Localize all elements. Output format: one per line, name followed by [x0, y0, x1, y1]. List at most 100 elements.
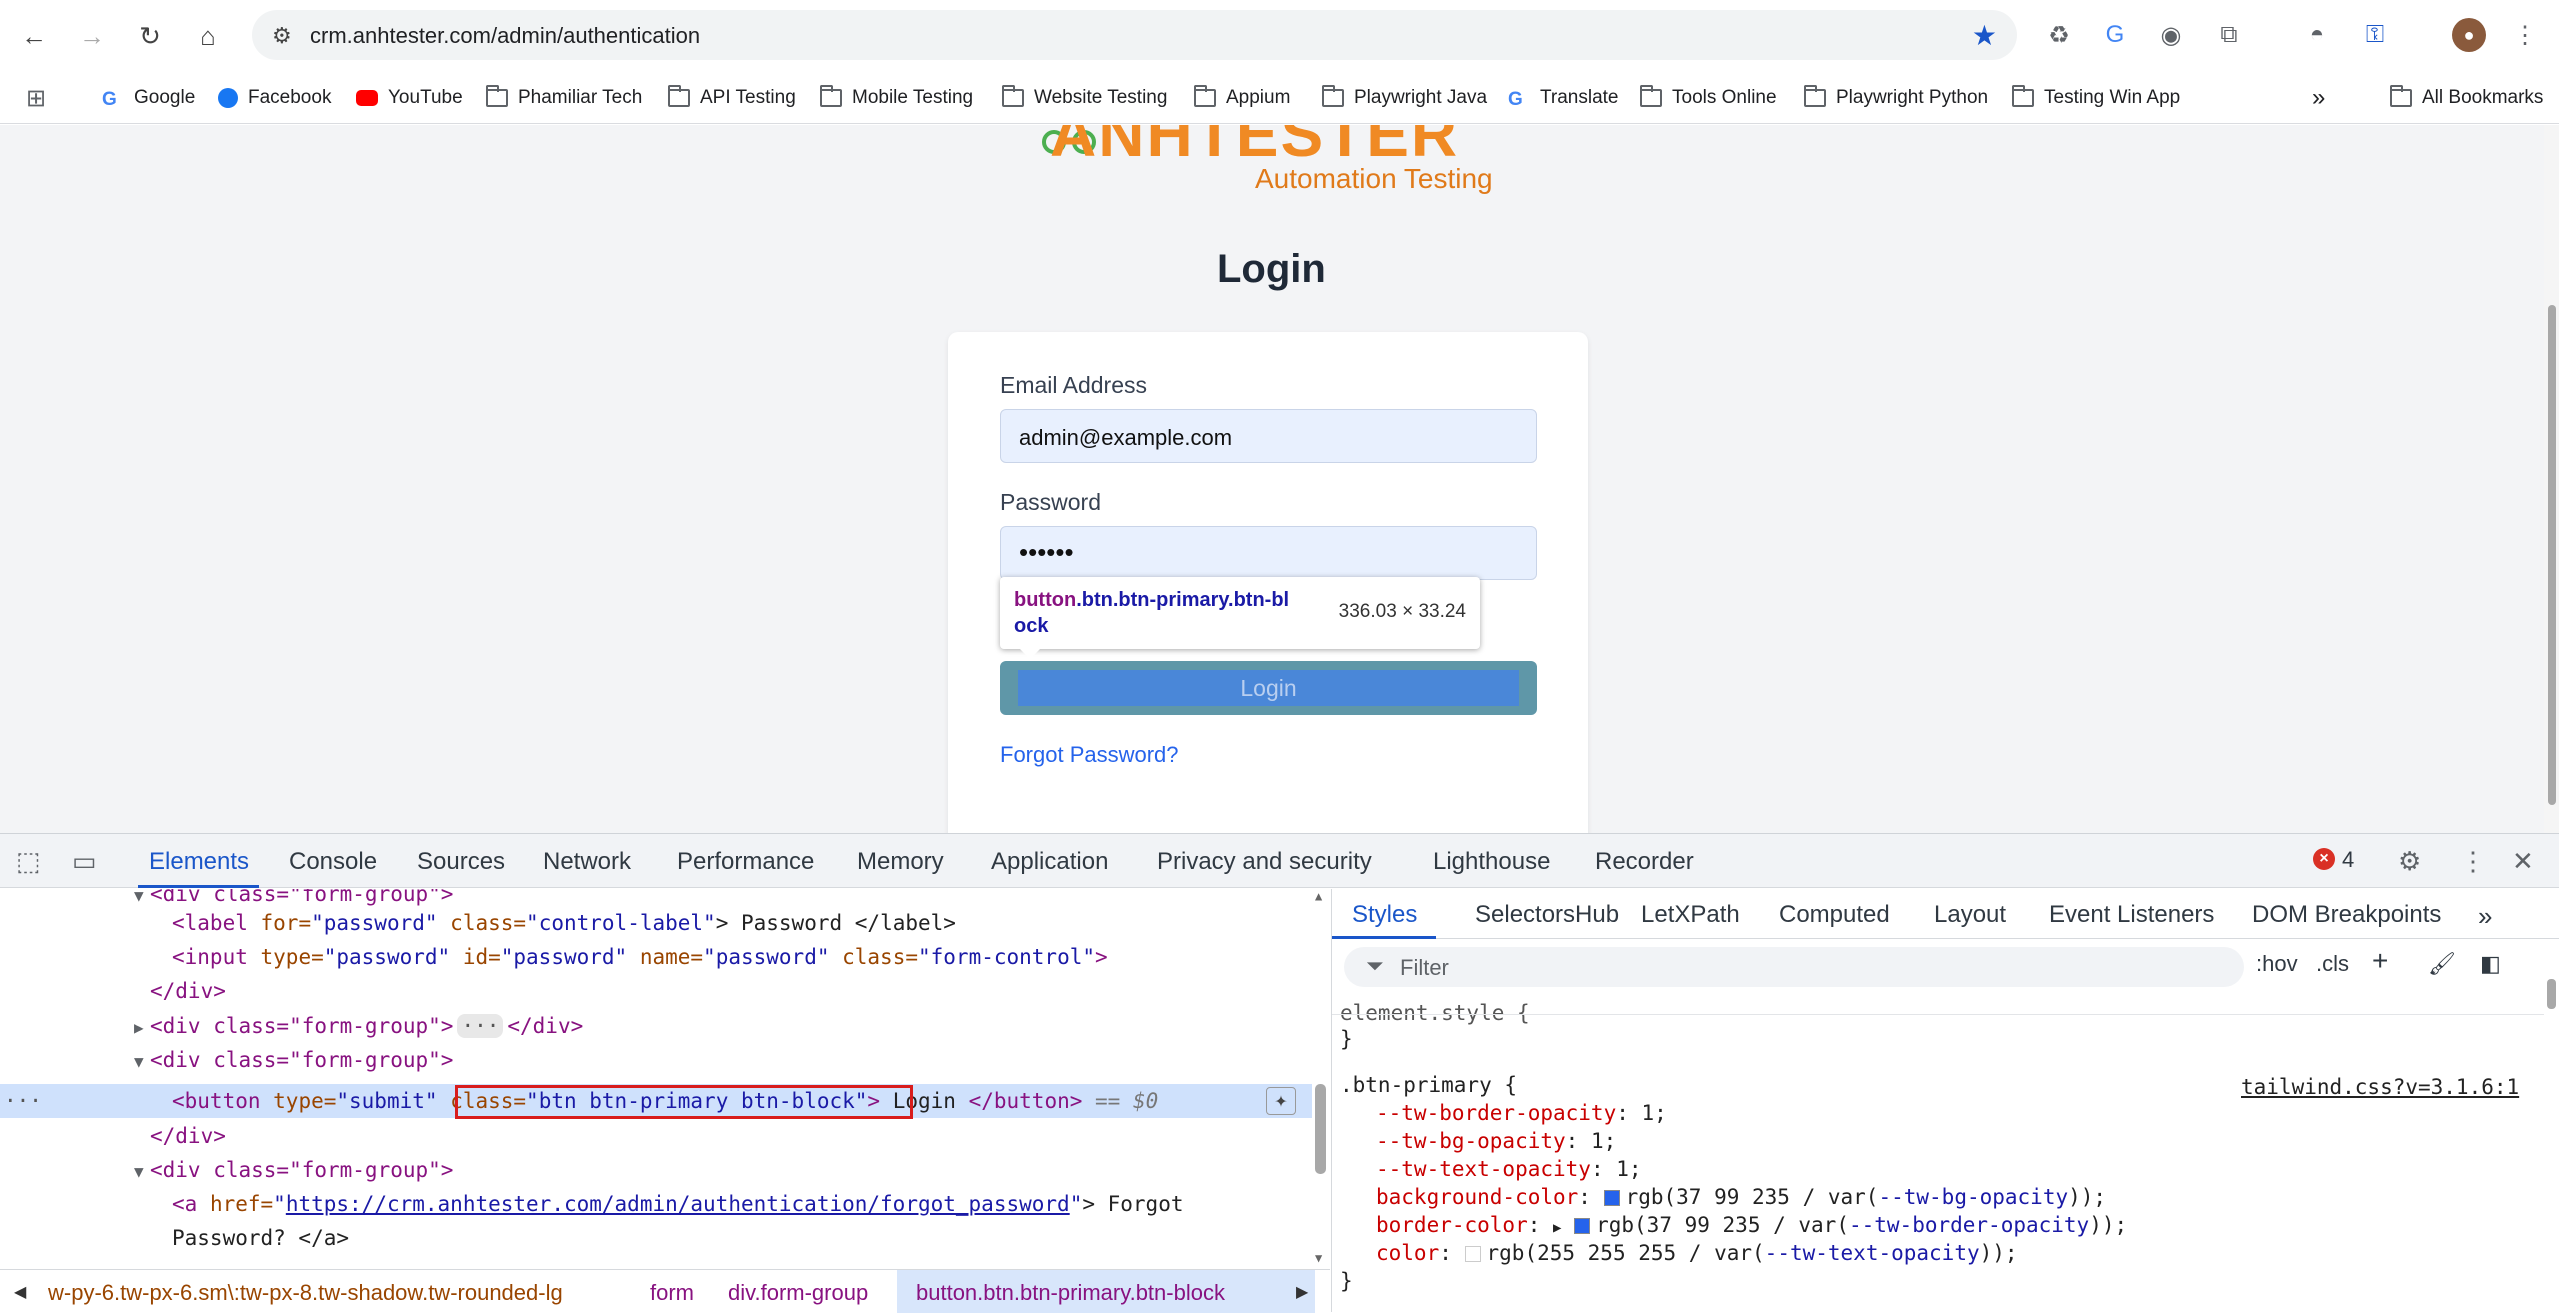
forward-icon[interactable]: →: [74, 18, 110, 54]
password-field[interactable]: ••••••: [1000, 526, 1537, 580]
incognito-icon[interactable]: ◓: [2300, 18, 2334, 52]
css-declaration[interactable]: --tw-border-opacity: 1;: [1376, 1101, 1667, 1125]
breadcrumb-item[interactable]: div.form-group: [728, 1280, 868, 1306]
translate-extension-icon[interactable]: G: [2098, 18, 2132, 52]
home-icon[interactable]: ⌂: [190, 18, 226, 54]
tab-network[interactable]: Network: [543, 848, 631, 876]
elements-scrollbar-thumb[interactable]: [1315, 1084, 1326, 1174]
dom-node[interactable]: <label for="password" class="control-lab…: [172, 906, 956, 940]
dom-node[interactable]: </div>: [150, 1119, 226, 1153]
ai-assistant-icon[interactable]: ✦: [1266, 1087, 1296, 1115]
scroll-up-icon[interactable]: ▲: [1315, 889, 1322, 903]
color-swatch[interactable]: [1574, 1218, 1591, 1234]
bookmark-mobile-testing[interactable]: Mobile Testing: [820, 82, 973, 114]
dom-node[interactable]: </div>: [150, 974, 226, 1008]
elements-scrollbar[interactable]: ▲ ▼: [1312, 889, 1330, 1269]
bookmark-playwright-java[interactable]: Playwright Java: [1322, 82, 1487, 114]
bookmark-google[interactable]: G Google: [102, 82, 195, 114]
devtools-menu-icon[interactable]: ⋮: [2460, 846, 2486, 877]
dom-node[interactable]: ▶ <div class="form-group"> ··· </div>: [134, 1009, 583, 1043]
new-rule-plus-icon[interactable]: +: [2372, 945, 2388, 977]
styles-filter-input[interactable]: ⏷ Filter: [1344, 947, 2244, 987]
bookmark-star-icon[interactable]: ★: [1972, 19, 1997, 52]
page-scrollbar-thumb[interactable]: [2548, 305, 2556, 805]
collapse-triangle-icon[interactable]: ▼: [134, 1155, 150, 1189]
css-declaration[interactable]: --tw-bg-opacity: 1;: [1376, 1129, 1616, 1153]
bookmark-youtube[interactable]: YouTube: [356, 82, 463, 114]
color-swatch[interactable]: [1464, 1246, 1481, 1262]
css-declaration[interactable]: background-color: rgb(37 99 235 / var(--…: [1376, 1185, 2106, 1209]
bookmark-api-testing[interactable]: API Testing: [668, 82, 796, 114]
class-toggle[interactable]: .cls: [2316, 951, 2349, 977]
bookmark-tools-online[interactable]: Tools Online: [1640, 82, 1777, 114]
apps-grid-icon[interactable]: ⊞: [26, 82, 46, 114]
expand-triangle-icon[interactable]: ▶: [1553, 1220, 1561, 1236]
bookmark-website-testing[interactable]: Website Testing: [1002, 82, 1167, 114]
bookmark-testing-win-app[interactable]: Testing Win App: [2012, 82, 2180, 114]
bookmark-phamiliar-tech[interactable]: Phamiliar Tech: [486, 82, 642, 114]
more-tabs-icon[interactable]: »: [2478, 901, 2492, 932]
forgot-password-link[interactable]: Forgot Password?: [1000, 742, 1179, 768]
tab-memory[interactable]: Memory: [857, 848, 944, 876]
styles-scrollbar-thumb[interactable]: [2547, 979, 2556, 1009]
tab-console[interactable]: Console: [289, 848, 377, 876]
css-selector[interactable]: .btn-primary {: [1340, 1073, 1517, 1097]
bookmark-playwright-python[interactable]: Playwright Python: [1804, 82, 1988, 114]
styles-scrollbar[interactable]: [2544, 939, 2559, 1312]
collapsed-content-ellipsis[interactable]: ···: [457, 1014, 504, 1038]
error-count[interactable]: 4: [2342, 847, 2354, 873]
inspect-element-icon[interactable]: ⬚: [16, 846, 41, 877]
tab-recorder[interactable]: Recorder: [1595, 848, 1694, 876]
bookmark-appium[interactable]: Appium: [1194, 82, 1290, 114]
stylesheet-source-link[interactable]: tailwind.css?v=3.1.6:1: [2241, 1075, 2519, 1099]
extensions-puzzle-icon[interactable]: ⧉: [2212, 18, 2246, 52]
element-style-rule[interactable]: element.style {: [1340, 1001, 1530, 1025]
dom-node[interactable]: <input type="password" id="password" nam…: [172, 940, 1108, 974]
login-button[interactable]: Login: [1000, 661, 1537, 715]
tab-event-listeners[interactable]: Event Listeners: [2049, 901, 2214, 929]
breadcrumb-scroll-right-icon[interactable]: ▶: [1296, 1282, 1308, 1302]
tab-computed[interactable]: Computed: [1779, 901, 1890, 929]
tab-application[interactable]: Application: [991, 848, 1108, 876]
collapse-triangle-icon[interactable]: ▼: [134, 889, 150, 913]
password-key-icon[interactable]: ⚿: [2358, 18, 2392, 52]
breadcrumb-item[interactable]: w-py-6.tw-px-6.sm\:tw-px-8.tw-shadow.tw-…: [48, 1280, 563, 1306]
back-icon[interactable]: ←: [16, 18, 52, 54]
toggle-sidebar-icon[interactable]: ◧: [2480, 951, 2501, 977]
breadcrumb-scroll-left-icon[interactable]: ◀: [14, 1282, 26, 1302]
settings-gear-icon[interactable]: ⚙: [2398, 846, 2421, 877]
css-declaration[interactable]: --tw-text-opacity: 1;: [1376, 1157, 1642, 1181]
dom-node[interactable]: ▼ <div class="form-group">: [134, 1153, 453, 1187]
tab-layout[interactable]: Layout: [1934, 901, 2006, 929]
breadcrumb-item[interactable]: form: [650, 1280, 694, 1306]
tab-dom-breakpoints[interactable]: DOM Breakpoints: [2252, 901, 2441, 929]
expand-triangle-icon[interactable]: ▶: [134, 1011, 150, 1045]
tab-letxpath[interactable]: LetXPath: [1641, 901, 1740, 929]
email-field[interactable]: admin@example.com: [1000, 409, 1537, 463]
reload-icon[interactable]: ↻: [132, 18, 168, 54]
error-icon[interactable]: ×: [2313, 848, 2335, 870]
url-text[interactable]: crm.anhtester.com/admin/authentication: [310, 23, 700, 49]
css-declaration[interactable]: border-color: ▶ rgb(37 99 235 / var(--tw…: [1376, 1213, 2127, 1237]
tab-styles[interactable]: Styles: [1352, 901, 1417, 929]
browser-menu-icon[interactable]: ⋮: [2508, 18, 2542, 52]
profile-avatar[interactable]: ●: [2452, 18, 2486, 52]
tab-performance[interactable]: Performance: [677, 848, 814, 876]
tab-privacy-security[interactable]: Privacy and security: [1157, 848, 1372, 876]
collapse-triangle-icon[interactable]: ▼: [134, 1045, 150, 1079]
paint-brush-icon[interactable]: 🖌: [2428, 951, 2456, 977]
tab-selectorshub[interactable]: SelectorsHub: [1475, 901, 1619, 929]
close-devtools-icon[interactable]: ✕: [2512, 846, 2534, 877]
address-bar[interactable]: ⚙ crm.anhtester.com/admin/authentication…: [252, 10, 2017, 60]
scroll-down-icon[interactable]: ▼: [1315, 1251, 1322, 1265]
tab-lighthouse[interactable]: Lighthouse: [1433, 848, 1550, 876]
forgot-password-url-link[interactable]: https://crm.anhtester.com/admin/authenti…: [286, 1192, 1070, 1216]
dom-node[interactable]: <a href="https://crm.anhtester.com/admin…: [172, 1187, 1184, 1221]
tab-elements[interactable]: Elements: [149, 848, 249, 876]
device-toolbar-icon[interactable]: ▭: [72, 846, 97, 877]
bookmark-translate[interactable]: G Translate: [1508, 82, 1619, 114]
breadcrumb-item-active[interactable]: button.btn.btn-primary.btn-block: [916, 1280, 1225, 1306]
page-scrollbar[interactable]: [2544, 125, 2559, 833]
site-info-icon[interactable]: ⚙: [272, 23, 292, 49]
bookmarks-overflow-icon[interactable]: »: [2312, 82, 2325, 114]
